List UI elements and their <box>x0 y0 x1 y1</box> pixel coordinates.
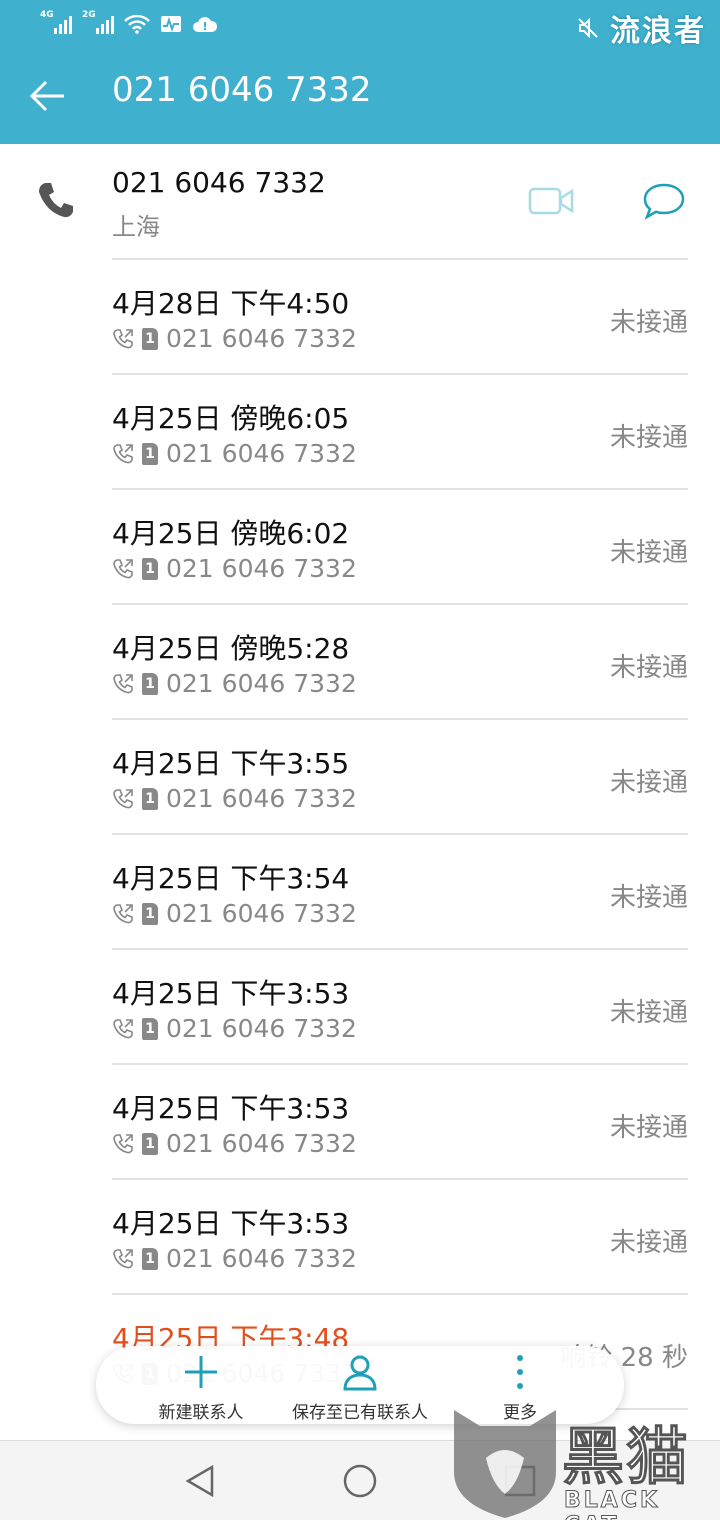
call-status: 未接通 <box>609 998 688 1028</box>
plus-icon <box>185 1356 217 1388</box>
wifi-icon <box>124 14 150 34</box>
new-contact-label: 新建联系人 <box>158 1403 244 1423</box>
status-bar: 4G 2G 流浪者 <box>0 0 720 52</box>
title-bar: 4G 2G 流浪者 021 6046 7332 <box>0 0 720 144</box>
mute-icon <box>578 17 598 39</box>
cat-logo-icon <box>454 1410 556 1518</box>
nav-home-icon[interactable] <box>342 1463 378 1499</box>
call-record-row[interactable]: 4月28日 下午4:50 1 021 6046 7332 未接通 <box>0 260 720 375</box>
call-detail: 1 021 6046 7332 <box>112 554 357 583</box>
call-detail: 1 021 6046 7332 <box>112 1244 357 1273</box>
call-time: 4月25日 傍晚5:28 <box>112 632 350 665</box>
call-number: 021 6046 7332 <box>166 784 357 813</box>
call-record-row[interactable]: 4月25日 下午3:54 1 021 6046 7332 未接通 <box>0 835 720 950</box>
signal-2g-icon: 2G <box>82 10 114 34</box>
outgoing-call-icon <box>113 1248 133 1268</box>
contact-number: 021 6046 7332 <box>112 166 326 199</box>
call-number: 021 6046 7332 <box>166 439 357 468</box>
sim-card-icon: 1 <box>142 557 158 580</box>
sim-card-icon: 1 <box>142 787 158 810</box>
call-detail: 1 021 6046 7332 <box>112 669 357 698</box>
signal-2g-label: 2G <box>82 10 96 20</box>
call-time: 4月25日 下午3:53 <box>112 1092 350 1125</box>
top-watermark: 流浪者 <box>610 14 706 49</box>
new-contact-button[interactable]: 新建联系人 <box>136 1346 266 1424</box>
back-arrow-icon[interactable] <box>28 76 68 116</box>
outgoing-call-icon <box>113 673 133 693</box>
call-detail: 1 021 6046 7332 <box>112 1014 357 1043</box>
outgoing-call-icon <box>113 328 133 348</box>
call-number: 021 6046 7332 <box>166 669 357 698</box>
call-record-row[interactable]: 4月25日 下午3:53 1 021 6046 7332 未接通 <box>0 1180 720 1295</box>
call-number: 021 6046 7332 <box>166 324 357 353</box>
call-time: 4月25日 下午3:53 <box>112 1207 350 1240</box>
call-record-row[interactable]: 4月25日 傍晚6:02 1 021 6046 7332 未接通 <box>0 490 720 605</box>
outgoing-call-icon <box>113 1018 133 1038</box>
call-detail: 1 021 6046 7332 <box>112 439 357 468</box>
call-number: 021 6046 7332 <box>166 1244 357 1273</box>
outgoing-call-icon <box>113 443 133 463</box>
page-title: 021 6046 7332 <box>112 70 372 110</box>
call-detail: 1 021 6046 7332 <box>112 784 357 813</box>
sim-card-icon: 1 <box>142 1247 158 1270</box>
contact-location: 上海 <box>112 213 160 241</box>
call-time: 4月25日 下午3:55 <box>112 747 350 780</box>
nav-back-icon[interactable] <box>182 1463 218 1499</box>
call-number: 021 6046 7332 <box>166 554 357 583</box>
call-detail: 1 021 6046 7332 <box>112 899 357 928</box>
call-record-row[interactable]: 4月25日 下午3:55 1 021 6046 7332 未接通 <box>0 720 720 835</box>
signal-4g-label: 4G <box>40 10 54 20</box>
bottom-watermark: 黑猫 BLACK CAT <box>450 1400 720 1520</box>
signal-4g-icon: 4G <box>40 10 72 34</box>
cloud-alert-icon <box>193 17 218 32</box>
call-time: 4月28日 下午4:50 <box>112 287 350 320</box>
call-time: 4月25日 下午3:54 <box>112 862 350 895</box>
call-status: 未接通 <box>609 423 688 453</box>
call-time: 4月25日 傍晚6:02 <box>112 517 350 550</box>
call-time: 4月25日 下午3:53 <box>112 977 350 1010</box>
message-icon[interactable] <box>642 182 686 222</box>
sim-card-icon: 1 <box>142 327 158 350</box>
sim-card-icon: 1 <box>142 1017 158 1040</box>
outgoing-call-icon <box>113 788 133 808</box>
call-status: 未接通 <box>609 768 688 798</box>
sim-card-icon: 1 <box>142 442 158 465</box>
call-detail: 1 021 6046 7332 <box>112 324 357 353</box>
more-vertical-icon <box>517 1355 523 1389</box>
outgoing-call-icon <box>113 903 133 923</box>
save-existing-button[interactable]: 保存至已有联系人 <box>280 1346 440 1424</box>
call-status: 未接通 <box>609 308 688 338</box>
video-call-icon[interactable] <box>528 184 574 218</box>
save-existing-label: 保存至已有联系人 <box>292 1403 428 1423</box>
watermark-cn: 黑猫 <box>561 1420 691 1494</box>
sim-card-icon: 1 <box>142 672 158 695</box>
activity-icon <box>161 16 181 32</box>
call-number: 021 6046 7332 <box>166 1129 357 1158</box>
call-detail: 1 021 6046 7332 <box>112 1129 357 1158</box>
sim-card-icon: 1 <box>142 1132 158 1155</box>
call-record-row[interactable]: 4月25日 下午3:53 1 021 6046 7332 未接通 <box>0 1065 720 1180</box>
call-status: 未接通 <box>609 1113 688 1143</box>
call-record-row[interactable]: 4月25日 下午3:53 1 021 6046 7332 未接通 <box>0 950 720 1065</box>
call-record-row[interactable]: 4月25日 傍晚6:05 1 021 6046 7332 未接通 <box>0 375 720 490</box>
sim-card-icon: 1 <box>142 902 158 925</box>
call-status: 未接通 <box>609 538 688 568</box>
call-record-row[interactable]: 4月25日 傍晚5:28 1 021 6046 7332 未接通 <box>0 605 720 720</box>
call-time: 4月25日 傍晚6:05 <box>112 402 350 435</box>
call-status: 未接通 <box>609 883 688 913</box>
watermark-en: BLACK CAT <box>564 1488 661 1520</box>
person-icon <box>343 1355 377 1391</box>
call-number: 021 6046 7332 <box>166 1014 357 1043</box>
outgoing-call-icon <box>113 558 133 578</box>
phone-icon[interactable] <box>36 180 76 220</box>
call-status: 未接通 <box>609 653 688 683</box>
call-number: 021 6046 7332 <box>166 899 357 928</box>
outgoing-call-icon <box>113 1133 133 1153</box>
call-status: 未接通 <box>609 1228 688 1258</box>
